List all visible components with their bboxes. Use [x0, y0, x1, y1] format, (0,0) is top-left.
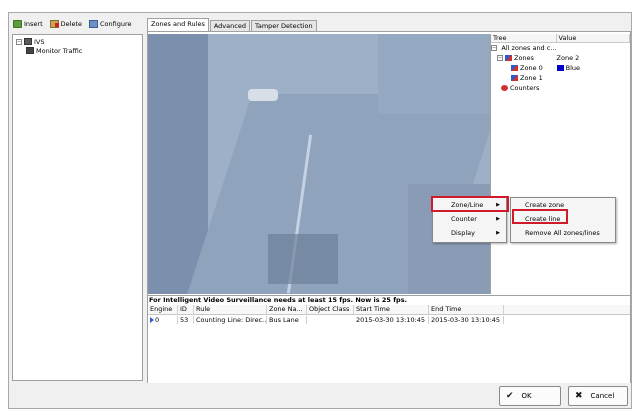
cell-zone-name: Bus Lane — [267, 316, 307, 324]
toolbar: Insert Delete Configure — [13, 17, 132, 31]
menu-item-counter[interactable]: Counter ▶ — [433, 212, 506, 226]
col-end-time[interactable]: End Time — [429, 305, 504, 314]
events-header: Engine ID Rule Zone Na... Object Class S… — [148, 305, 630, 315]
collapse-icon[interactable]: − — [497, 55, 503, 61]
menu-item-label: Counter — [451, 215, 477, 223]
tree-row-label: Zone 1 — [520, 74, 543, 82]
zone-icon — [511, 75, 518, 81]
zone-color-swatch — [556, 65, 564, 71]
tree-row-label: Zone 0 — [520, 64, 543, 72]
video-shadow — [268, 234, 338, 284]
insert-icon — [13, 20, 22, 28]
insert-label: Insert — [24, 20, 43, 28]
zones-rules-panel: Tree Value − All zones and c... − Zones Zo… — [147, 31, 631, 383]
zones-icon — [505, 55, 512, 61]
ok-label: OK — [521, 392, 532, 400]
rule-set-icon — [26, 47, 34, 54]
tree-node-ivs[interactable]: − IVS — [16, 37, 139, 46]
tree-row-label: Counters — [510, 84, 540, 92]
configure-button[interactable]: Configure — [89, 20, 132, 28]
ivs-config-window: Insert Delete Configure − IVS Monitor Tr… — [8, 12, 632, 409]
video-car — [248, 89, 278, 101]
delete-label: Delete — [60, 20, 83, 28]
tree-row-zone-1[interactable]: Zone 1 — [491, 73, 630, 83]
video-building-top — [378, 34, 490, 114]
close-icon: ✖ — [575, 391, 583, 401]
menu-item-label: Display — [451, 229, 475, 237]
zone-icon — [511, 65, 518, 71]
counter-icon — [501, 85, 508, 91]
cancel-label: Cancel — [590, 392, 615, 400]
ok-button[interactable]: ✔ OK — [499, 386, 561, 406]
events-table: Engine ID Rule Zone Na... Object Class S… — [148, 305, 630, 383]
cell-id: 53 — [178, 316, 194, 324]
menu-item-display[interactable]: Display ▶ — [433, 226, 506, 240]
zones-tree-grid: Tree Value − All zones and c... − Zones Zo… — [490, 34, 630, 294]
col-rule[interactable]: Rule — [194, 305, 267, 314]
collapse-icon[interactable]: − — [16, 38, 22, 45]
submenu-arrow-icon: ▶ — [496, 230, 500, 236]
col-engine[interactable]: Engine — [148, 305, 178, 314]
tree-row-counters[interactable]: Counters — [491, 83, 630, 93]
tree-row-value: Blue — [565, 64, 580, 72]
tree-node-label: Monitor Traffic — [36, 46, 83, 55]
tab-zones-and-rules[interactable]: Zones and Rules — [147, 18, 209, 31]
cancel-button[interactable]: ✖ Cancel — [568, 386, 628, 406]
configure-label: Configure — [100, 20, 132, 28]
engine-play-icon — [150, 317, 154, 323]
delete-button[interactable]: Delete — [49, 20, 83, 28]
cell-end-time: 2015-03-30 13:10:45 — [429, 316, 504, 324]
cell-rule: Counting Line: Direc... — [196, 316, 267, 324]
col-object-class[interactable]: Object Class — [307, 305, 354, 314]
tree-node-label: IVS — [34, 37, 45, 46]
tab-advanced[interactable]: Advanced — [209, 20, 250, 31]
cell-engine: 0 — [155, 316, 160, 324]
tab-strip: Zones and Rules Advanced Tamper Detectio… — [147, 18, 318, 31]
value-column-header[interactable]: Value — [557, 34, 630, 42]
tree-row-value: Zone 2 — [556, 54, 580, 62]
col-id[interactable]: ID — [178, 305, 194, 314]
collapse-icon[interactable]: − — [491, 45, 497, 51]
tree-column-header[interactable]: Tree — [491, 34, 557, 42]
col-start-time[interactable]: Start Time — [354, 305, 429, 314]
table-row[interactable]: 0 53 Counting Line: Direc... Bus Lane 20… — [148, 315, 630, 325]
insert-button[interactable]: Insert — [13, 20, 43, 28]
tree-node-monitor-traffic[interactable]: Monitor Traffic — [16, 46, 139, 55]
ivs-tree: − IVS Monitor Traffic — [12, 34, 143, 381]
tree-grid-header: Tree Value — [491, 34, 630, 43]
tree-row-zone-0[interactable]: Zone 0 Blue — [491, 63, 630, 73]
tree-row-label: Zones — [514, 54, 534, 62]
tree-row-all[interactable]: − All zones and c... — [491, 43, 630, 53]
cell-start-time: 2015-03-30 13:10:45 — [354, 316, 429, 324]
camera-view[interactable] — [148, 34, 490, 294]
col-zone-name[interactable]: Zone Na... — [267, 305, 307, 314]
configure-icon — [89, 20, 99, 28]
check-icon: ✔ — [506, 391, 514, 401]
tree-row-label: All zones and c... — [501, 44, 557, 52]
delete-icon — [49, 20, 59, 28]
tab-tamper-detection[interactable]: Tamper Detection — [250, 20, 317, 31]
menu-item-remove-all[interactable]: Remove All zones/lines — [511, 226, 615, 240]
highlight-zone-line — [431, 196, 509, 212]
ivs-icon — [24, 38, 32, 45]
highlight-create-line — [512, 209, 568, 224]
fps-notice: For Intelligent Video Surveillance needs… — [148, 295, 630, 305]
submenu-arrow-icon: ▶ — [496, 216, 500, 222]
tree-row-zones[interactable]: − Zones Zone 2 — [491, 53, 630, 63]
